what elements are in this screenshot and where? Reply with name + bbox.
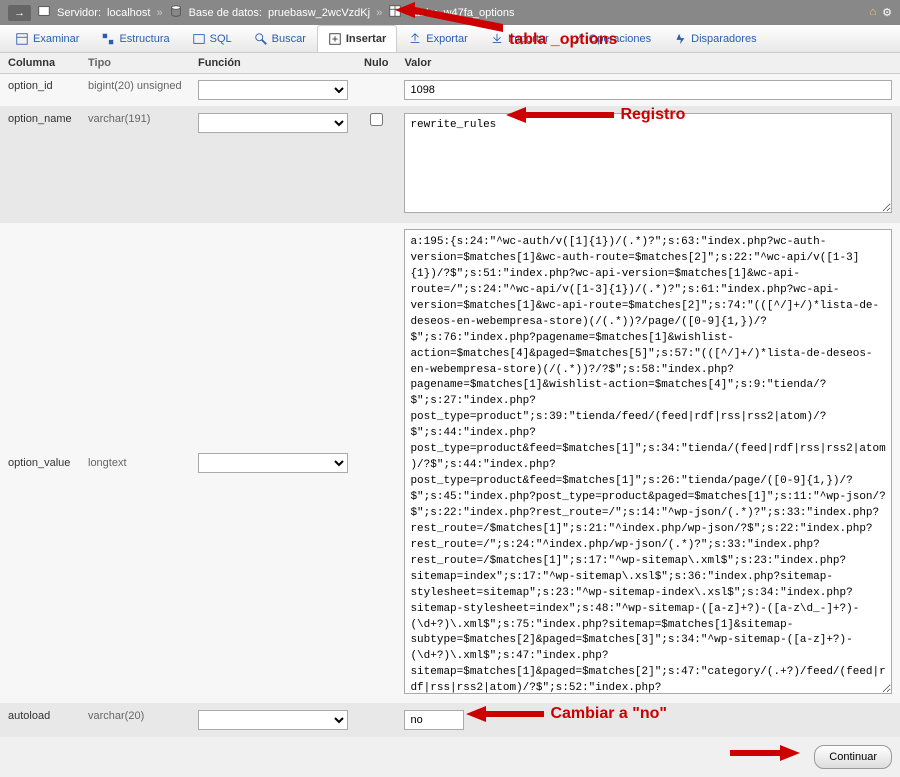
footer: Continuar [0, 737, 900, 777]
field-type: varchar(191) [80, 107, 190, 223]
tab-disparadores[interactable]: Disparadores [662, 25, 767, 52]
row-option-name: option_name varchar(191) Registro [0, 107, 900, 223]
autoload-input[interactable] [404, 710, 464, 730]
tabs: Examinar Estructura SQL Buscar Insertar … [0, 25, 900, 53]
tab-examinar[interactable]: Examinar [4, 25, 90, 52]
field-name: option_value [0, 223, 80, 704]
field-name: autoload [0, 704, 80, 737]
field-type: bigint(20) unsigned [80, 74, 190, 107]
tab-sql[interactable]: SQL [181, 25, 243, 52]
row-autoload: autoload varchar(20) Cambiar a "no" [0, 704, 900, 737]
annotation-cambiar: Cambiar a "no" [466, 704, 667, 724]
tab-importar[interactable]: Importar [479, 25, 560, 52]
gear-icon[interactable]: ⚙ [882, 6, 892, 19]
null-checkbox[interactable] [370, 113, 383, 126]
table-name[interactable]: w47fa_options [444, 7, 515, 19]
option-name-textarea[interactable] [404, 113, 892, 213]
table-label: Tabla: [408, 7, 437, 19]
function-select[interactable] [198, 453, 348, 473]
function-select[interactable] [198, 710, 348, 730]
tab-insertar[interactable]: Insertar [317, 25, 397, 52]
function-select[interactable] [198, 113, 348, 133]
tab-estructura[interactable]: Estructura [90, 25, 180, 52]
tab-exportar[interactable]: Exportar [397, 25, 479, 52]
field-name: option_name [0, 107, 80, 223]
database-icon [169, 4, 183, 21]
server-icon [37, 4, 51, 21]
row-option-value: option_value longtext [0, 223, 900, 704]
annotation-continuar-arrow [730, 743, 800, 763]
header-nulo: Nulo [356, 53, 396, 74]
server-label: Servidor: [57, 7, 101, 19]
field-type: longtext [80, 223, 190, 704]
continuar-button[interactable]: Continuar [814, 745, 892, 769]
option-id-input[interactable] [404, 80, 892, 100]
separator: » [376, 7, 382, 19]
field-name: option_id [0, 74, 80, 107]
field-type: varchar(20) [80, 704, 190, 737]
back-icon[interactable]: → [8, 5, 31, 21]
function-select[interactable] [198, 80, 348, 100]
header-funcion: Función [190, 53, 356, 74]
db-label: Base de datos: [189, 7, 262, 19]
option-value-textarea[interactable] [404, 229, 892, 694]
row-option-id: option_id bigint(20) unsigned [0, 74, 900, 107]
edit-form-table: Columna Tipo Función Nulo Valor option_i… [0, 53, 900, 737]
server-name[interactable]: localhost [107, 7, 150, 19]
header-columna: Columna [0, 53, 80, 74]
header-valor: Valor [396, 53, 900, 74]
header-tipo: Tipo [80, 53, 190, 74]
tab-buscar[interactable]: Buscar [243, 25, 317, 52]
tab-operaciones[interactable]: Operaciones [560, 25, 662, 52]
db-name[interactable]: pruebasw_2wcVzdKj [268, 7, 370, 19]
table-icon [388, 4, 402, 21]
home-icon[interactable]: ⌂ [869, 6, 876, 19]
breadcrumb: → Servidor: localhost » Base de datos: p… [0, 0, 900, 25]
separator: » [156, 7, 162, 19]
